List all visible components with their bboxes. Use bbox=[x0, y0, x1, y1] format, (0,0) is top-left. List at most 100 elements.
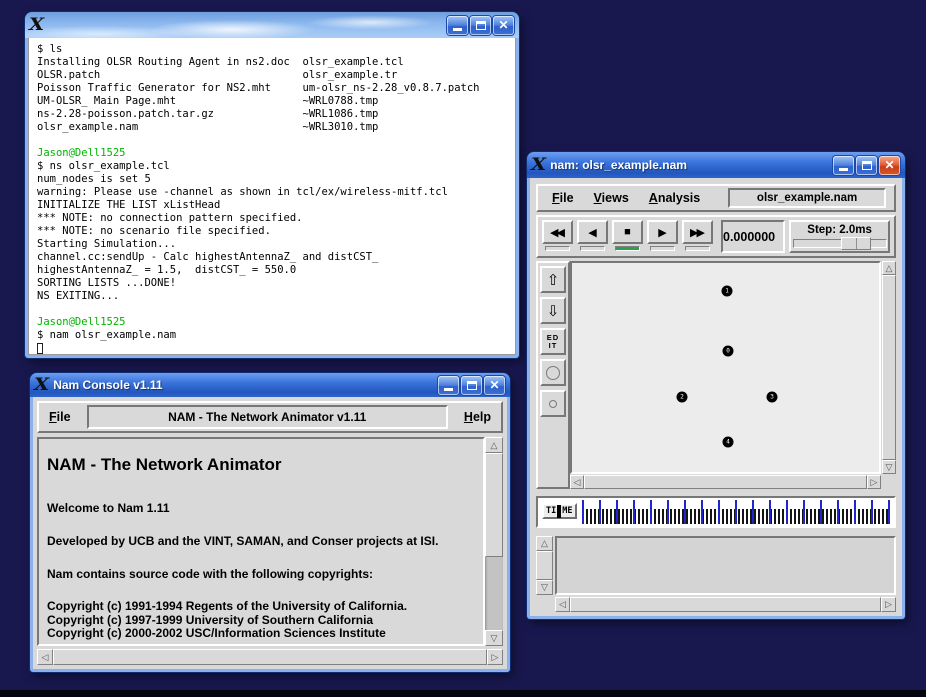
menu-views[interactable]: Views bbox=[588, 188, 635, 208]
view-vertical-scrollbar[interactable]: △ ▽ bbox=[882, 261, 896, 474]
view-horizontal-scrollbar[interactable]: ◁ ▷ bbox=[570, 475, 881, 489]
x11-logo-icon: X bbox=[29, 17, 44, 34]
console-vertical-scrollbar[interactable]: △ ▽ bbox=[485, 437, 503, 646]
minimize-icon bbox=[453, 28, 462, 31]
scroll-up-arrow[interactable]: △ bbox=[485, 437, 503, 453]
network-node-2[interactable]: 2 bbox=[677, 392, 688, 403]
scroll-right-arrow[interactable]: ▷ bbox=[487, 649, 503, 665]
terminal-titlebar[interactable]: X ✕ bbox=[25, 12, 519, 38]
maximize-button[interactable] bbox=[470, 16, 491, 35]
maximize-icon bbox=[862, 161, 872, 170]
menu-analysis[interactable]: Analysis bbox=[643, 188, 706, 208]
stop-button[interactable]: ■ bbox=[612, 220, 643, 244]
maximize-button[interactable] bbox=[461, 376, 482, 395]
annotation-horizontal-scrollbar[interactable]: ◁ ▷ bbox=[555, 597, 896, 612]
step-slider-thumb[interactable] bbox=[841, 237, 871, 250]
time-handle-label: ME bbox=[562, 506, 572, 516]
minimize-icon bbox=[839, 168, 848, 171]
desktop-bottom-edge bbox=[0, 690, 926, 697]
terminal-line: $ ls bbox=[37, 43, 515, 56]
menu-file[interactable]: File bbox=[43, 407, 77, 427]
time-handle-label: TI bbox=[546, 506, 556, 516]
scrollbar-thumb[interactable] bbox=[536, 551, 553, 580]
terminal-line: INITIALIZE THE LIST xListHead bbox=[37, 199, 515, 212]
rewind-button[interactable]: ◀◀ bbox=[542, 220, 573, 244]
network-node-0[interactable]: 0 bbox=[723, 346, 734, 357]
time-display: 0.000000 bbox=[721, 220, 785, 253]
annotation-vertical-scrollbar[interactable]: △ ▽ bbox=[536, 536, 553, 595]
maximize-icon bbox=[467, 381, 477, 390]
scroll-down-arrow[interactable]: ▽ bbox=[536, 580, 553, 595]
time-ticks bbox=[582, 500, 891, 524]
terminal-line: channel.cc:sendUp - Calc highestAntennaZ… bbox=[37, 251, 515, 264]
console-titlebar[interactable]: X Nam Console v1.11 ✕ bbox=[30, 373, 510, 397]
scroll-right-arrow[interactable]: ▷ bbox=[881, 597, 896, 612]
scroll-up-arrow[interactable]: △ bbox=[882, 261, 896, 275]
scroll-up-arrow[interactable]: △ bbox=[536, 536, 553, 551]
terminal-output[interactable]: $ lsInstalling OLSR Routing Agent in ns2… bbox=[28, 38, 516, 355]
console-text-area[interactable]: NAM - The Network Animator Welcome to Na… bbox=[37, 437, 485, 646]
view-toolbar: ⇧ ⇩ ED IT bbox=[536, 261, 570, 489]
console-heading: NAM - The Network Animator bbox=[47, 455, 475, 475]
network-node-1[interactable]: 1 bbox=[722, 286, 733, 297]
node-label: 1 bbox=[725, 288, 729, 294]
step-label: Step: 2.0ms bbox=[807, 224, 872, 236]
step-rate-control: Step: 2.0ms bbox=[789, 220, 890, 253]
time-slider-bar[interactable]: TI ME bbox=[536, 496, 896, 528]
scroll-left-arrow[interactable]: ◁ bbox=[37, 649, 53, 665]
close-icon: ✕ bbox=[489, 379, 499, 391]
large-node-button[interactable] bbox=[540, 359, 566, 386]
scroll-left-arrow[interactable]: ◁ bbox=[555, 597, 570, 612]
time-slider-handle[interactable]: TI ME bbox=[542, 503, 577, 519]
small-node-button-icon bbox=[549, 400, 557, 408]
scrollbar-thumb[interactable] bbox=[485, 453, 503, 557]
network-node-3[interactable]: 3 bbox=[767, 392, 778, 403]
time-marker-icon bbox=[557, 505, 561, 518]
terminal-line: UM-OLSR_ Main Page.mht ~WRL0788.tmp bbox=[37, 95, 515, 108]
copyright-line: Copyright (c) 1997-1999 University of So… bbox=[47, 614, 475, 628]
terminal-line: num_nodes is set 5 bbox=[37, 173, 515, 186]
zoom-out-button[interactable]: ⇩ bbox=[540, 297, 566, 324]
node-label: 0 bbox=[726, 348, 730, 354]
scroll-right-arrow[interactable]: ▷ bbox=[867, 475, 881, 489]
x11-logo-icon: X bbox=[34, 377, 49, 394]
close-button[interactable]: ✕ bbox=[493, 16, 514, 35]
zoom-in-button[interactable]: ⇧ bbox=[540, 266, 566, 293]
scrollbar-thumb[interactable] bbox=[882, 275, 896, 460]
edit-button[interactable]: ED IT bbox=[540, 328, 566, 355]
scroll-left-arrow[interactable]: ◁ bbox=[570, 475, 584, 489]
terminal-line: Starting Simulation... bbox=[37, 238, 515, 251]
terminal-line: Jason@Dell1525 bbox=[37, 316, 515, 329]
annotation-panel[interactable] bbox=[555, 536, 896, 595]
small-node-button[interactable] bbox=[540, 390, 566, 417]
large-node-button-icon bbox=[546, 366, 560, 380]
network-node-4[interactable]: 4 bbox=[723, 437, 734, 448]
nam-titlebar[interactable]: X nam: olsr_example.nam ✕ bbox=[527, 152, 905, 178]
step-slider[interactable] bbox=[793, 239, 887, 248]
network-view[interactable]: 1 0 2 3 4 bbox=[570, 261, 881, 474]
scrollbar-thumb[interactable] bbox=[570, 597, 881, 612]
menu-file[interactable]: File bbox=[546, 188, 580, 208]
menu-help[interactable]: Help bbox=[458, 407, 497, 427]
minimize-button[interactable] bbox=[438, 376, 459, 395]
maximize-button[interactable] bbox=[856, 156, 877, 175]
terminal-line: *** NOTE: no connection pattern specifie… bbox=[37, 212, 515, 225]
fast-forward-button[interactable]: ▶▶ bbox=[682, 220, 713, 244]
close-button[interactable]: ✕ bbox=[879, 156, 900, 175]
console-horizontal-scrollbar[interactable]: ◁ ▷ bbox=[37, 649, 503, 665]
scroll-down-arrow[interactable]: ▽ bbox=[882, 460, 896, 474]
scrollbar-thumb[interactable] bbox=[584, 475, 867, 489]
minimize-button[interactable] bbox=[833, 156, 854, 175]
minimize-button[interactable] bbox=[447, 16, 468, 35]
play-backward-button[interactable]: ◀ bbox=[577, 220, 608, 244]
scrollbar-thumb[interactable] bbox=[53, 649, 487, 665]
play-forward-button[interactable]: ▶ bbox=[647, 220, 678, 244]
console-paragraph: Developed by UCB and the VINT, SAMAN, an… bbox=[47, 534, 475, 548]
terminal-window: X ✕ $ lsInstalling OLSR Routing Agent in… bbox=[25, 12, 519, 358]
nam-menubar: FileViewsAnalysis olsr_example.nam bbox=[536, 184, 896, 212]
scroll-down-arrow[interactable]: ▽ bbox=[485, 630, 503, 646]
close-button[interactable]: ✕ bbox=[484, 376, 505, 395]
terminal-line: $ nam olsr_example.nam bbox=[37, 329, 515, 342]
terminal-line bbox=[37, 303, 515, 316]
x11-logo-icon: X bbox=[531, 157, 546, 174]
